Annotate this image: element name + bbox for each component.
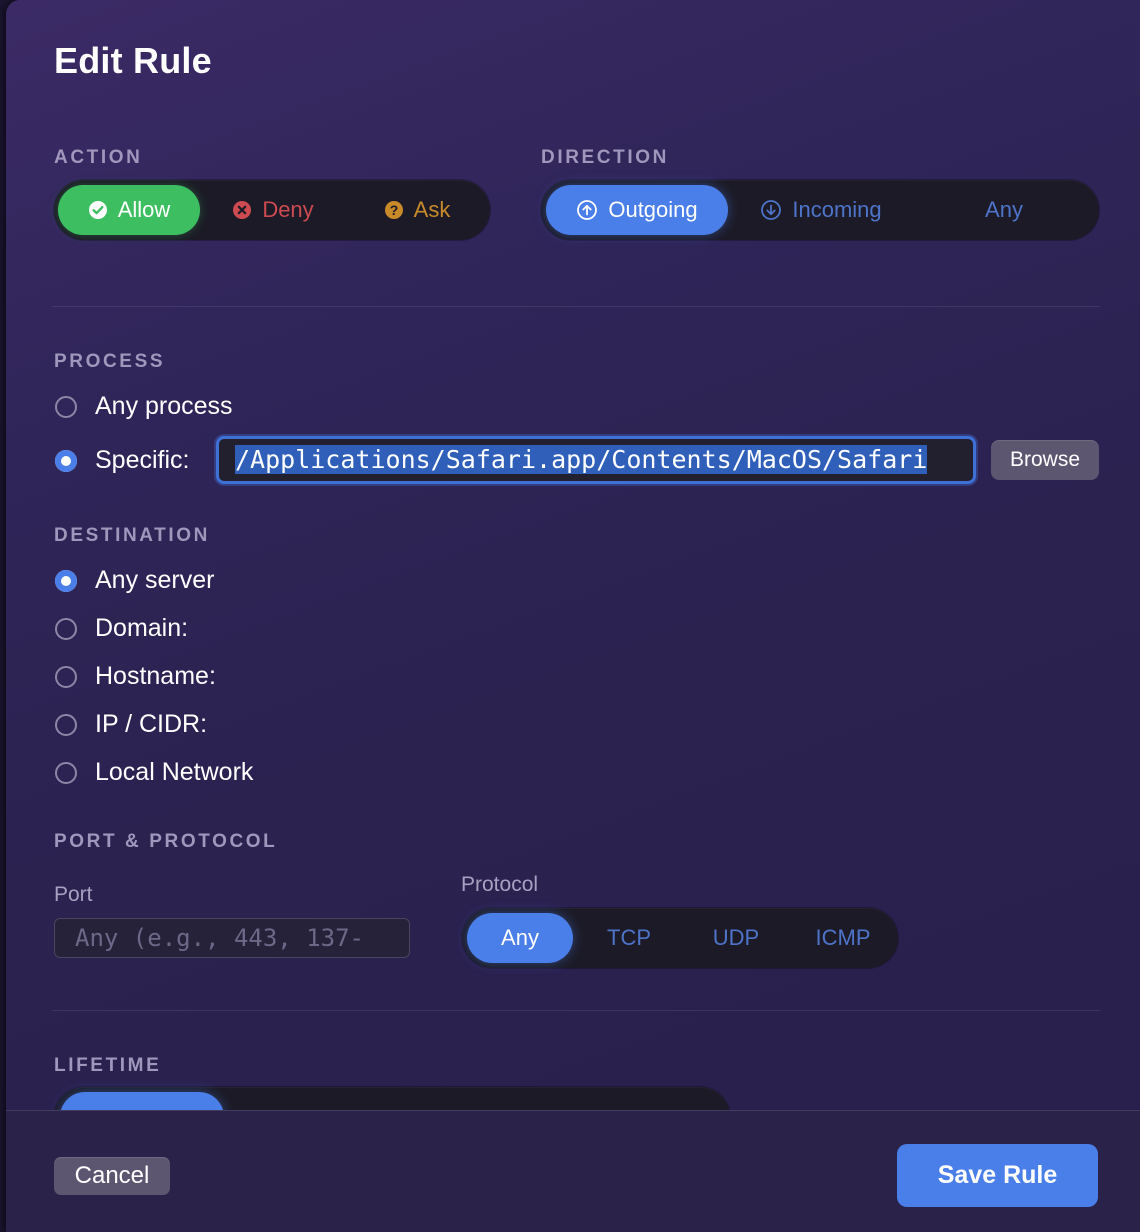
port-placeholder: Any (e.g., 443, 137-: [75, 924, 364, 952]
destination-ip-cidr-row[interactable]: IP / CIDR:: [55, 710, 207, 739]
section-divider: [52, 306, 1100, 307]
protocol-icmp-button[interactable]: ICMP: [790, 913, 896, 963]
protocol-tcp-label: TCP: [607, 925, 651, 950]
arrow-up-circle-icon: [576, 199, 598, 221]
protocol-any-label: Any: [501, 925, 539, 950]
destination-section-label: DESTINATION: [54, 525, 210, 546]
destination-domain-radio[interactable]: [55, 617, 77, 640]
direction-any-button[interactable]: Any: [914, 185, 1094, 235]
destination-any-server-radio[interactable]: [55, 569, 77, 592]
svg-text:?: ?: [389, 202, 398, 218]
action-ask-label: Ask: [413, 197, 451, 222]
direction-incoming-label: Incoming: [792, 197, 882, 222]
process-specific-radio-row[interactable]: Specific:: [55, 446, 189, 475]
direction-segmented-control: Outgoing Incoming Any: [541, 180, 1099, 240]
process-any-radio[interactable]: [55, 395, 77, 418]
destination-hostname-row[interactable]: Hostname:: [55, 662, 216, 691]
destination-hostname-label: Hostname:: [95, 662, 216, 690]
process-section-label: PROCESS: [54, 351, 166, 372]
destination-local-network-radio[interactable]: [55, 761, 77, 784]
destination-any-server-row[interactable]: Any server: [55, 566, 214, 595]
port-label: Port: [54, 883, 93, 906]
destination-domain-row[interactable]: Domain:: [55, 614, 188, 643]
direction-outgoing-label: Outgoing: [608, 197, 698, 222]
direction-section-label: DIRECTION: [541, 147, 669, 168]
protocol-udp-label: UDP: [712, 925, 760, 950]
edit-rule-dialog: Edit Rule ACTION Allow Deny ? Ask DIRECT…: [6, 0, 1140, 1232]
process-path-value: /Applications/Safari.app/Contents/MacOS/…: [235, 445, 928, 474]
protocol-icmp-label: ICMP: [815, 925, 871, 950]
action-section-label: ACTION: [54, 147, 143, 168]
destination-ip-cidr-label: IP / CIDR:: [95, 710, 208, 738]
destination-hostname-radio[interactable]: [55, 665, 77, 688]
destination-local-network-label: Local Network: [95, 758, 254, 786]
question-circle-icon: ?: [384, 200, 404, 220]
x-circle-icon: [232, 200, 252, 220]
protocol-label: Protocol: [461, 873, 539, 896]
action-segmented-control: Allow Deny ? Ask: [54, 180, 490, 240]
port-protocol-section-label: PORT & PROTOCOL: [54, 831, 278, 852]
protocol-udp-button[interactable]: UDP: [683, 913, 789, 963]
process-any-label: Any process: [95, 392, 233, 420]
save-rule-button[interactable]: Save Rule: [897, 1144, 1098, 1207]
arrow-down-circle-icon: [760, 199, 782, 221]
destination-ip-cidr-radio[interactable]: [55, 713, 77, 736]
process-any-radio-row[interactable]: Any process: [55, 392, 233, 421]
destination-domain-label: Domain:: [95, 614, 189, 642]
protocol-segmented-control: Any TCP UDP ICMP: [462, 908, 898, 968]
lifetime-section-label: LIFETIME: [54, 1055, 162, 1076]
check-circle-icon: [88, 200, 108, 220]
direction-any-label: Any: [985, 197, 1023, 222]
cancel-button[interactable]: Cancel: [54, 1157, 170, 1195]
protocol-tcp-button[interactable]: TCP: [576, 913, 682, 963]
action-deny-button[interactable]: Deny: [202, 185, 344, 235]
browse-button[interactable]: Browse: [991, 440, 1099, 480]
process-specific-label: Specific:: [95, 446, 190, 474]
process-specific-radio[interactable]: [55, 449, 77, 472]
section-divider: [52, 1010, 1100, 1011]
destination-local-network-row[interactable]: Local Network: [55, 758, 253, 787]
action-allow-button[interactable]: Allow: [58, 185, 200, 235]
dialog-title: Edit Rule: [54, 40, 212, 81]
protocol-any-button[interactable]: Any: [467, 913, 573, 963]
direction-incoming-button[interactable]: Incoming: [731, 185, 911, 235]
action-deny-label: Deny: [262, 197, 314, 222]
action-allow-label: Allow: [117, 197, 171, 222]
action-ask-button[interactable]: ? Ask: [346, 185, 488, 235]
port-input[interactable]: Any (e.g., 443, 137-: [54, 918, 410, 958]
process-path-input[interactable]: /Applications/Safari.app/Contents/MacOS/…: [216, 436, 976, 484]
direction-outgoing-button[interactable]: Outgoing: [546, 185, 728, 235]
destination-any-server-label: Any server: [95, 566, 215, 594]
